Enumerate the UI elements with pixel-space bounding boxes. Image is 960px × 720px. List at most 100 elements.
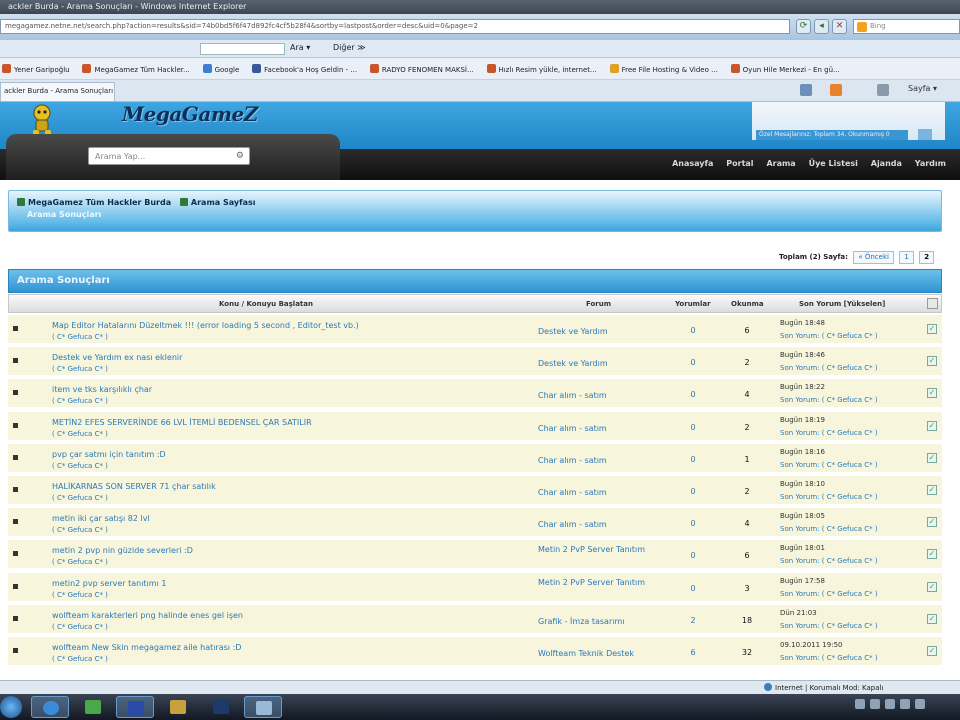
favorite-item[interactable]: Facebook'a Hoş Geldin - ... [252, 64, 357, 74]
thread-title-link[interactable]: metin2 pvp server tanıtımı 1 [52, 579, 166, 588]
last-post-author-link[interactable]: Son Yorum: ( C* Gefuca C* ) [780, 622, 878, 630]
last-post-author-link[interactable]: Son Yorum: ( C* Gefuca C* ) [780, 364, 878, 372]
thread-author-link[interactable]: ( C* Gefuca C* ) [52, 397, 108, 405]
col-topic[interactable]: Konu / Konuyu Başlatan [219, 300, 313, 308]
last-post-author-link[interactable]: Son Yorum: ( C* Gefuca C* ) [780, 654, 878, 662]
thread-author-link[interactable]: ( C* Gefuca C* ) [52, 558, 108, 566]
row-checkbox[interactable]: ✓ [927, 517, 937, 528]
ara-menu[interactable]: Ara ▾ [290, 43, 310, 52]
tray-icon[interactable] [885, 699, 895, 709]
row-checkbox[interactable]: ✓ [927, 356, 937, 367]
taskbar-photoshop[interactable] [202, 696, 240, 718]
thread-title-link[interactable]: wolfteam karakterleri png halinde enes g… [52, 611, 243, 620]
site-search-input[interactable]: Arama Yap... ⚙ [88, 147, 250, 165]
search-icon[interactable]: ⚙ [236, 151, 244, 161]
browser-tab[interactable]: ackler Burda - Arama Sonuçları [0, 82, 115, 101]
taskbar-ie[interactable] [31, 696, 69, 718]
thread-title-link[interactable]: metin iki çar satışı 82 lvl [52, 514, 150, 523]
col-replies[interactable]: Yorumlar [675, 300, 711, 308]
last-post-author-link[interactable]: Son Yorum: ( C* Gefuca C* ) [780, 396, 878, 404]
taskbar-app[interactable] [159, 696, 197, 718]
favorite-item[interactable]: Yener Garipoğlu [2, 64, 70, 74]
tray-icon[interactable] [855, 699, 865, 709]
forum-link[interactable]: Metin 2 PvP Server Tanıtım [538, 577, 663, 589]
forum-link[interactable]: Grafik - İmza tasarımı [538, 616, 663, 628]
nav-portal[interactable]: Portal [726, 159, 753, 168]
thread-author-link[interactable]: ( C* Gefuca C* ) [52, 623, 108, 631]
last-post-author-link[interactable]: Son Yorum: ( C* Gefuca C* ) [780, 557, 878, 565]
replies-count[interactable]: 2 [678, 616, 708, 625]
favorite-item[interactable]: MegaGamez Tüm Hackler... [82, 64, 190, 74]
row-checkbox[interactable]: ✓ [927, 549, 937, 560]
site-logo[interactable]: MegaGameZ [122, 102, 258, 126]
thread-title-link[interactable]: metin 2 pvp nin güzide severleri :D [52, 546, 193, 555]
replies-count[interactable]: 0 [678, 358, 708, 367]
col-forum[interactable]: Forum [586, 300, 611, 308]
pagination-page-1[interactable]: 1 [899, 251, 914, 264]
thread-author-link[interactable]: ( C* Gefuca C* ) [52, 494, 108, 502]
last-post-author-link[interactable]: Son Yorum: ( C* Gefuca C* ) [780, 461, 878, 469]
nav-ajanda[interactable]: Ajanda [871, 159, 902, 168]
taskbar-app[interactable] [116, 696, 154, 718]
thread-author-link[interactable]: ( C* Gefuca C* ) [52, 591, 108, 599]
address-bar[interactable]: megagamez.netne.net/search.php?action=re… [0, 19, 790, 34]
row-checkbox[interactable]: ✓ [927, 420, 937, 431]
row-checkbox[interactable]: ✓ [927, 646, 937, 656]
thread-author-link[interactable]: ( C* Gefuca C* ) [52, 462, 108, 470]
breadcrumb-link-home[interactable]: MegaGamez Tüm Hackler Burda [28, 198, 171, 207]
replies-count[interactable]: 0 [678, 584, 708, 593]
stop-icon[interactable]: ✕ [832, 19, 847, 34]
user-panel-button[interactable] [918, 129, 932, 140]
favorite-item[interactable]: Google [202, 64, 239, 74]
thread-title-link[interactable]: Map Editor Hatalarını Düzeltmek !!! (err… [52, 321, 359, 330]
replies-count[interactable]: 0 [678, 326, 708, 335]
thread-title-link[interactable]: pvp çar satmı için tanıtım :D [52, 450, 166, 459]
private-messages-bar[interactable]: Özel Mesajlarınız: Toplam 34, Okunmamış … [756, 130, 908, 140]
replies-count[interactable]: 0 [678, 519, 708, 528]
search-dropdown[interactable] [200, 43, 285, 55]
thread-author-link[interactable]: ( C* Gefuca C* ) [52, 526, 108, 534]
back-icon[interactable]: ◂ [814, 19, 829, 34]
last-post-author-link[interactable]: Son Yorum: ( C* Gefuca C* ) [780, 590, 878, 598]
windows-start-icon[interactable] [0, 696, 22, 718]
tray-icon[interactable] [915, 699, 925, 709]
row-checkbox[interactable]: ✓ [927, 388, 937, 399]
forum-link[interactable]: Char alım - satım [538, 423, 663, 435]
replies-count[interactable]: 0 [678, 487, 708, 496]
taskbar-app[interactable] [244, 696, 282, 718]
forum-link[interactable]: Metin 2 PvP Server Tanıtım [538, 544, 663, 556]
favorite-item[interactable]: RADYO FENOMEN MAKSİ... [369, 64, 474, 74]
thread-title-link[interactable]: Destek ve Yardım ex nası eklenir [52, 353, 182, 362]
forum-link[interactable]: Char alım - satım [538, 519, 663, 531]
row-checkbox[interactable]: ✓ [927, 324, 937, 334]
favorite-item[interactable]: Oyun Hile Merkezi - En gü... [730, 64, 840, 74]
nav-arama[interactable]: Arama [766, 159, 795, 168]
last-post-author-link[interactable]: Son Yorum: ( C* Gefuca C* ) [780, 493, 878, 501]
rss-icon[interactable] [830, 84, 842, 96]
home-icon[interactable] [800, 84, 812, 96]
last-post-author-link[interactable]: Son Yorum: ( C* Gefuca C* ) [780, 525, 878, 533]
thread-title-link[interactable]: wolfteam New Skin megagamez aile hatıras… [52, 643, 241, 652]
forum-link[interactable]: Destek ve Yardım [538, 358, 663, 370]
select-all-checkbox[interactable] [927, 298, 938, 309]
replies-count[interactable]: 6 [678, 648, 708, 657]
last-post-author-link[interactable]: Son Yorum: ( C* Gefuca C* ) [780, 429, 878, 437]
nav-yardim[interactable]: Yardım [915, 159, 946, 168]
col-views[interactable]: Okunma [731, 300, 764, 308]
breadcrumb-link-search[interactable]: Arama Sayfası [191, 198, 256, 207]
browser-search-input[interactable]: Bing [853, 19, 960, 34]
forum-link[interactable]: Wolfteam Teknik Destek [538, 648, 663, 660]
row-checkbox[interactable]: ✓ [927, 452, 937, 463]
refresh-icon[interactable]: ⟳ [796, 19, 811, 34]
row-checkbox[interactable]: ✓ [927, 485, 937, 495]
replies-count[interactable]: 0 [678, 390, 708, 399]
row-checkbox[interactable]: ✓ [927, 581, 937, 592]
thread-title-link[interactable]: METİN2 EFES SERVERİNDE 66 LVL İTEMLİ BED… [52, 418, 312, 427]
replies-count[interactable]: 0 [678, 551, 708, 560]
thread-author-link[interactable]: ( C* Gefuca C* ) [52, 655, 108, 663]
thread-title-link[interactable]: item ve tks karşılıklı çhar [52, 385, 152, 394]
forum-link[interactable]: Char alım - satım [538, 390, 663, 402]
sayfa-menu[interactable]: Sayfa ▾ [908, 84, 937, 93]
nav-anasayfa[interactable]: Anasayfa [672, 159, 713, 168]
thread-author-link[interactable]: ( C* Gefuca C* ) [52, 365, 108, 373]
